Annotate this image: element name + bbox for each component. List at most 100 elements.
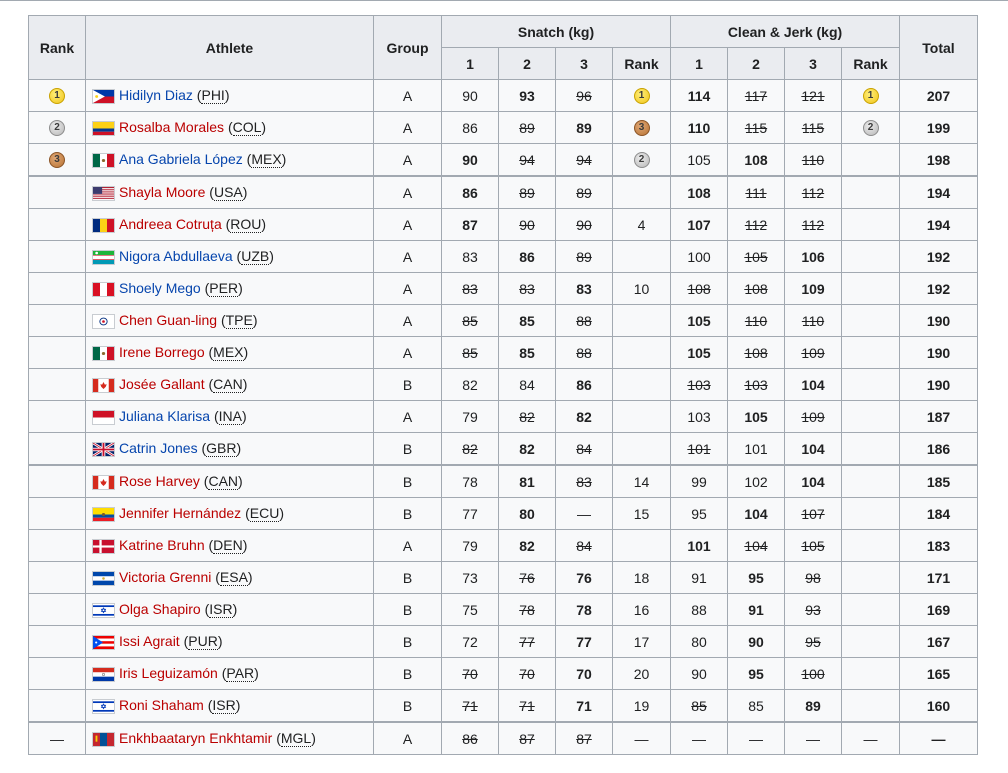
- athlete-name-link[interactable]: Roni Shaham: [119, 697, 204, 713]
- table-row: Issi Agrait (PUR) B 72 77 77 17 80 90 95 167: [28, 625, 978, 658]
- snatch-attempt-3: 82: [555, 400, 613, 433]
- clean-jerk-attempt-2: 95: [727, 561, 785, 594]
- country-code-link[interactable]: PER: [209, 280, 239, 298]
- clean-jerk-attempt-3: 115: [784, 111, 842, 144]
- athlete-name-link[interactable]: Juliana Klarisa: [119, 408, 210, 424]
- country-code-link[interactable]: ECU: [249, 505, 280, 523]
- flag-icon: [92, 185, 115, 201]
- snatch-attempt-3: 84: [555, 432, 613, 466]
- clean-jerk-attempt-3: 95: [784, 625, 842, 658]
- athlete-name-link[interactable]: Jennifer Hernández: [119, 505, 241, 521]
- country-code-link[interactable]: MEX: [251, 151, 282, 169]
- athlete-name-link[interactable]: Irene Borrego: [119, 344, 205, 360]
- country-code-link[interactable]: USA: [213, 184, 243, 202]
- athlete-name-link[interactable]: Rose Harvey: [119, 473, 200, 489]
- country-code-link[interactable]: DEN: [213, 537, 243, 555]
- country-code-link[interactable]: TPE: [225, 312, 253, 330]
- country-code-link[interactable]: GBR: [206, 440, 237, 458]
- country-code-link[interactable]: PAR: [226, 665, 255, 683]
- snatch-attempt-1: 79: [441, 400, 499, 433]
- group-cell: A: [373, 400, 442, 433]
- group-cell: B: [373, 593, 442, 626]
- flag-icon: [92, 666, 115, 682]
- table-row: Juliana Klarisa (INA) A 79 82 82 103 105 109 187: [28, 400, 978, 433]
- clean-jerk-attempt-3: 112: [784, 175, 842, 209]
- athlete-name-link[interactable]: Ana Gabriela López: [119, 151, 243, 167]
- snatch-attempt-2: 89: [498, 111, 556, 144]
- country-code-link[interactable]: CAN: [208, 473, 239, 491]
- rank-cell: [28, 625, 86, 658]
- athlete-name-link[interactable]: Shoely Mego: [119, 280, 201, 296]
- athlete-cell: Chen Guan-ling (TPE): [85, 304, 374, 337]
- clean-jerk-attempt-2: 105: [727, 400, 785, 433]
- clean-jerk-rank-cell: [841, 593, 900, 626]
- country-code-link[interactable]: PUR: [188, 633, 218, 651]
- clean-jerk-rank-cell: [841, 208, 900, 241]
- clean-jerk-rank-cell: —: [841, 721, 900, 755]
- snatch-attempt-1: 86: [441, 175, 499, 209]
- clean-jerk-attempt-3: 104: [784, 464, 842, 498]
- snatch-rank-cell: 18: [612, 561, 671, 594]
- group-cell: B: [373, 689, 442, 723]
- athlete-name-link[interactable]: Olga Shapiro: [119, 601, 201, 617]
- snatch-rank-cell: 1: [612, 79, 671, 112]
- athlete-name-link[interactable]: Catrin Jones: [119, 440, 198, 456]
- athlete-name-link[interactable]: Enkhbaataryn Enkhtamir: [119, 730, 272, 746]
- header-athlete: Athlete: [85, 15, 374, 80]
- athlete-name-link[interactable]: Katrine Bruhn: [119, 537, 205, 553]
- table-row: Andreea Cotruța (ROU) A 87 90 90 4 107 112 112 19…: [28, 208, 978, 241]
- clean-jerk-attempt-1: 103: [670, 400, 728, 433]
- header-group: Group: [373, 15, 442, 80]
- rank-cell: [28, 593, 86, 626]
- athlete-name-link[interactable]: Rosalba Morales: [119, 119, 224, 135]
- athlete-name-link[interactable]: Nigora Abdullaeva: [119, 248, 233, 264]
- athlete-name-link[interactable]: Chen Guan-ling: [119, 312, 217, 328]
- country-code-link[interactable]: COL: [232, 119, 262, 137]
- snatch-attempt-3: 78: [555, 593, 613, 626]
- athlete-name-link[interactable]: Josée Gallant: [119, 376, 205, 392]
- snatch-attempt-1: 86: [441, 721, 499, 755]
- clean-jerk-attempt-2: 108: [727, 272, 785, 305]
- header-cj-1: 1: [670, 47, 728, 80]
- total-cell: —: [899, 721, 978, 755]
- country-code-link[interactable]: INA: [218, 408, 242, 426]
- country-code-link[interactable]: CAN: [213, 376, 243, 394]
- country-code-link[interactable]: MEX: [213, 344, 244, 362]
- country-code-link[interactable]: ESA: [219, 569, 248, 587]
- table-row: Shoely Mego (PER) A 83 83 83 10 108 108 109 192: [28, 272, 978, 305]
- snatch-attempt-2: 85: [498, 304, 556, 337]
- total-cell: 185: [899, 464, 978, 498]
- country-code-link[interactable]: PHI: [201, 87, 225, 105]
- country-code-link[interactable]: MGL: [280, 730, 312, 748]
- clean-jerk-attempt-2: 108: [727, 143, 785, 177]
- athlete-cell: Rosalba Morales (COL): [85, 111, 374, 144]
- snatch-attempt-2: 82: [498, 400, 556, 433]
- total-cell: 184: [899, 497, 978, 530]
- snatch-rank-cell: [612, 240, 671, 273]
- athlete-name-link[interactable]: Issi Agrait: [119, 633, 180, 649]
- page: Rank Athlete Group Snatch (kg) Clean & J…: [0, 0, 1008, 773]
- athlete-name-link[interactable]: Andreea Cotruța: [119, 216, 222, 232]
- athlete-name-link[interactable]: Victoria Grenni: [119, 569, 211, 585]
- clean-jerk-attempt-3: 105: [784, 529, 842, 562]
- snatch-rank-cell: 2: [612, 143, 671, 177]
- country-code-link[interactable]: ISR: [212, 697, 236, 715]
- group-cell: A: [373, 79, 442, 112]
- clean-jerk-attempt-2: 101: [727, 432, 785, 466]
- clean-jerk-attempt-2: 95: [727, 657, 785, 690]
- snatch-attempt-3: 89: [555, 240, 613, 273]
- athlete-name-link[interactable]: Shayla Moore: [119, 184, 205, 200]
- country-code-link[interactable]: ISR: [209, 601, 233, 619]
- rank-cell: [28, 464, 86, 498]
- rank-cell: [28, 304, 86, 337]
- clean-jerk-attempt-3: 104: [784, 432, 842, 466]
- clean-jerk-attempt-1: 88: [670, 593, 728, 626]
- snatch-rank-cell: 17: [612, 625, 671, 658]
- country-code-link[interactable]: UZB: [241, 248, 270, 266]
- athlete-name-link[interactable]: Hidilyn Diaz: [119, 87, 193, 103]
- country-code-link[interactable]: ROU: [230, 216, 262, 234]
- table-row: Rose Harvey (CAN) B 78 81 83 14 99 102 104 185: [28, 464, 978, 498]
- rank-cell: 2: [28, 111, 86, 144]
- athlete-name-link[interactable]: Iris Leguizamón: [119, 665, 218, 681]
- header-snatch-1: 1: [441, 47, 499, 80]
